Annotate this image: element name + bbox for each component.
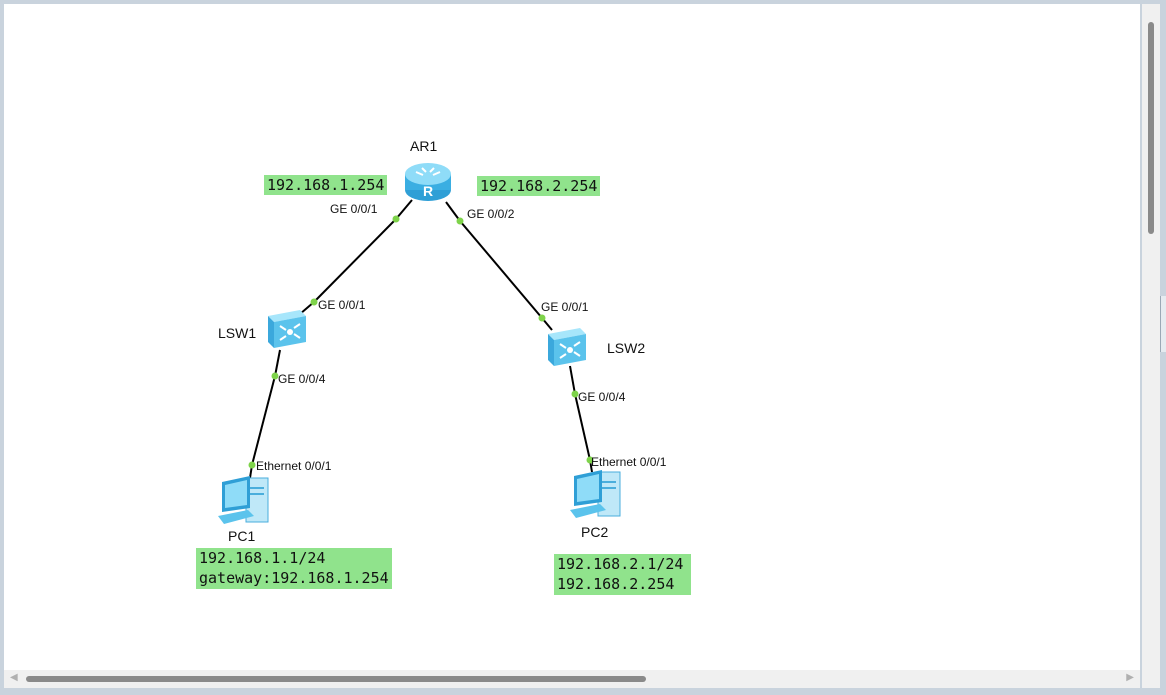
router-label: AR1: [410, 138, 438, 154]
port-label: Ethernet 0/0/1: [591, 455, 667, 469]
port-dot: [392, 215, 400, 223]
switch1-label: LSW1: [218, 325, 257, 341]
router-icon[interactable]: R: [402, 160, 454, 204]
port-dot: [456, 217, 464, 225]
scrollbar-thumb[interactable]: [1148, 22, 1154, 234]
scroll-right-icon[interactable]: ▶: [1126, 672, 1134, 683]
ip-note[interactable]: 192.168.1.254: [264, 175, 388, 195]
port-label: GE 0/0/4: [278, 372, 326, 386]
ip-note[interactable]: 192.168.2.254: [477, 176, 601, 196]
port-label: GE 0/0/1: [318, 298, 366, 312]
scroll-left-icon[interactable]: ◀: [10, 672, 18, 683]
link-ar1-lsw2[interactable]: [459, 220, 543, 319]
switch-icon[interactable]: [262, 306, 308, 350]
horizontal-scrollbar[interactable]: ◀ ▶: [4, 670, 1140, 688]
pc-icon[interactable]: [214, 474, 274, 528]
port-label: GE 0/0/2: [467, 207, 515, 221]
switch2-label: LSW2: [607, 340, 646, 356]
panel-collapse-handle[interactable]: [1160, 296, 1166, 352]
link-lsw2-stub-down: [569, 365, 576, 395]
port-label: GE 0/0/1: [541, 300, 589, 314]
vertical-scrollbar[interactable]: [1142, 4, 1160, 670]
ip-note-text: 192.168.1.1/24: [199, 549, 326, 567]
ip-note-text: 192.168.2.254: [480, 177, 598, 195]
port-label: GE 0/0/4: [578, 390, 626, 404]
svg-text:R: R: [423, 183, 433, 199]
ip-note[interactable]: 192.168.1.1/24 gateway:192.168.1.254: [196, 548, 392, 589]
ip-note-text: 192.168.2.1/24: [557, 555, 684, 573]
link-ar1-lsw2-stub: [445, 201, 461, 222]
ip-note-text: 192.168.1.254: [267, 176, 385, 194]
ip-note-text: 192.168.2.254: [557, 575, 675, 593]
switch-icon[interactable]: [542, 324, 588, 368]
pc-icon[interactable]: [566, 468, 626, 522]
port-label: GE 0/0/1: [330, 202, 378, 216]
port-label: Ethernet 0/0/1: [256, 459, 332, 473]
pc2-label: PC2: [581, 524, 609, 540]
scrollbar-thumb[interactable]: [26, 676, 646, 682]
pc1-label: PC1: [228, 528, 256, 544]
link-ar1-lsw1[interactable]: [313, 218, 397, 303]
port-dot: [248, 461, 256, 469]
ip-note-text: gateway:192.168.1.254: [199, 569, 389, 587]
ip-note[interactable]: 192.168.2.1/24 192.168.2.254: [554, 554, 692, 595]
port-dot: [538, 314, 546, 322]
port-dot: [310, 298, 318, 306]
scrollbar-corner: [1142, 670, 1160, 688]
link-lsw1-pc1[interactable]: [251, 375, 276, 466]
